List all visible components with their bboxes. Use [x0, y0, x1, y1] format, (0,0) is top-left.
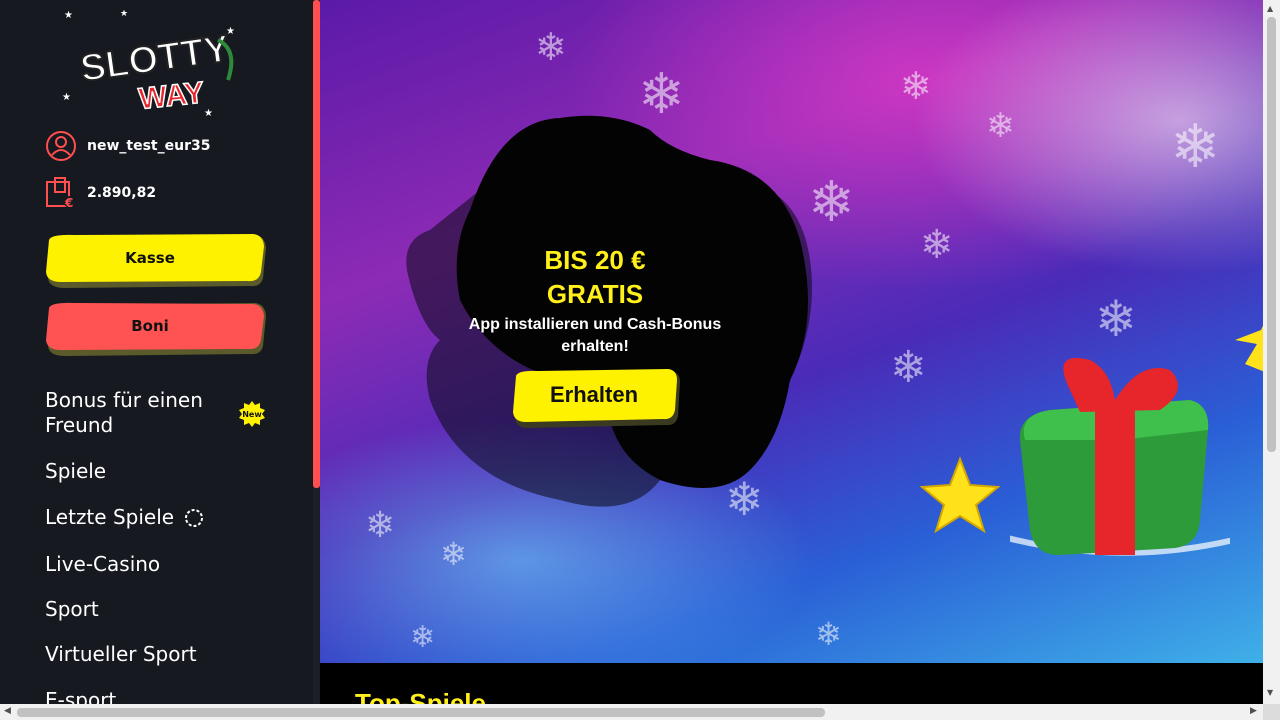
erhalten-label: Erhalten — [549, 382, 639, 407]
page-horizontal-scrollbar-thumb[interactable] — [17, 708, 825, 717]
snowflake-icon: ❄ — [815, 615, 842, 653]
gift-icon — [1010, 358, 1230, 556]
menu-item-virtueller-sport[interactable]: Virtueller Sport — [45, 642, 197, 667]
svg-text:★: ★ — [226, 26, 235, 37]
main-content: ❄ ❄ ❄ ❄ ❄ ❄ ❄ ❄ ❄ ❄ ❄ ❄ ❄ ❄ BIS 20 € GRA… — [320, 0, 1263, 704]
hero-title-line2: GRATIS — [546, 279, 644, 309]
wallet-icon: € — [46, 177, 76, 210]
svg-text:★: ★ — [120, 10, 128, 19]
username: new_test_eur35 — [87, 138, 211, 154]
scrollbar-corner — [1263, 704, 1280, 720]
balance-amount: 2.890,82 — [87, 185, 157, 201]
snowflake-icon: ❄ — [1170, 112, 1221, 182]
menu-label-letzte-spiele: Letzte Spiele — [45, 505, 175, 529]
menu-label-bonus-friend: Bonus für einen Freund — [45, 388, 203, 437]
snowflake-icon: ❄ — [440, 535, 467, 573]
svg-text:€: € — [64, 196, 73, 210]
snowflake-icon: ❄ — [535, 25, 567, 69]
balance-info[interactable]: € 2.890,82 — [45, 176, 156, 210]
svg-text:★: ★ — [204, 108, 213, 118]
snowflake-icon: ❄ — [1095, 290, 1137, 348]
user-icon — [46, 131, 76, 161]
new-badge-label: New — [242, 409, 262, 419]
page-horizontal-scrollbar[interactable]: ◀ ▶ — [0, 704, 1280, 720]
snowflake-icon: ❄ — [410, 620, 436, 655]
menu-item-live-casino[interactable]: Live-Casino — [45, 552, 160, 577]
menu-label-sport: Sport — [45, 597, 99, 621]
star-icon — [920, 456, 1000, 534]
menu-item-letzte-spiele[interactable]: Letzte Spiele — [45, 505, 204, 530]
sidebar: ★ ★ ★ ★ ★ SLOTTY WAY new_test_eur35 € 2.… — [0, 0, 320, 704]
svg-text:★: ★ — [64, 10, 73, 21]
erhalten-button[interactable]: Erhalten — [510, 368, 682, 428]
spinner-icon — [185, 508, 204, 527]
menu-label-esport: E-sport — [45, 688, 117, 704]
brand-logo[interactable]: ★ ★ ★ ★ ★ SLOTTY WAY — [58, 10, 248, 118]
sidebar-scrollbar[interactable] — [313, 0, 320, 704]
hero-subtitle: App installieren und Cash-Bonus erhalten… — [468, 316, 722, 355]
scroll-up-arrow-icon[interactable]: ▲ — [1267, 4, 1273, 13]
menu-label-spiele: Spiele — [45, 459, 107, 483]
kasse-button[interactable]: Kasse — [45, 234, 267, 288]
menu-label-live-casino: Live-Casino — [45, 552, 161, 576]
scroll-right-arrow-icon[interactable]: ▶ — [1250, 706, 1257, 716]
top-games-heading: Top-Spiele — [355, 690, 486, 704]
page-vertical-scrollbar[interactable]: ▲ ▼ — [1263, 0, 1280, 704]
snowflake-icon: ❄ — [900, 64, 932, 108]
sidebar-scrollbar-thumb[interactable] — [313, 0, 320, 488]
snowflake-icon: ❄ — [920, 222, 954, 268]
scroll-left-arrow-icon[interactable]: ◀ — [4, 706, 11, 716]
hero-text-block: BIS 20 € GRATIS App installieren und Cas… — [440, 242, 750, 358]
menu-item-esport[interactable]: E-sport — [45, 688, 116, 704]
hero-title-line1: BIS 20 € — [544, 245, 646, 275]
menu-item-sport[interactable]: Sport — [45, 597, 99, 622]
snowflake-icon: ❄ — [986, 106, 1015, 146]
menu-item-bonus-friend[interactable]: Bonus für einen Freund New — [45, 388, 275, 438]
kasse-label: Kasse — [125, 249, 175, 267]
new-badge-icon: New — [238, 400, 266, 428]
snowflake-icon: ❄ — [890, 342, 927, 393]
logo-text-bottom: WAY — [137, 76, 206, 116]
star-icon — [1235, 325, 1263, 372]
menu-label-virtueller-sport: Virtueller Sport — [45, 642, 197, 666]
boni-button[interactable]: Boni — [45, 302, 267, 356]
svg-text:★: ★ — [62, 92, 71, 103]
menu-item-spiele[interactable]: Spiele — [45, 459, 106, 484]
scroll-down-arrow-icon[interactable]: ▼ — [1267, 688, 1273, 697]
page-vertical-scrollbar-thumb[interactable] — [1267, 17, 1276, 452]
boni-label: Boni — [131, 317, 169, 335]
hero-banner[interactable]: ❄ ❄ ❄ ❄ ❄ ❄ ❄ ❄ ❄ ❄ ❄ ❄ ❄ ❄ BIS 20 € GRA… — [320, 0, 1263, 663]
user-info[interactable]: new_test_eur35 — [45, 130, 210, 162]
